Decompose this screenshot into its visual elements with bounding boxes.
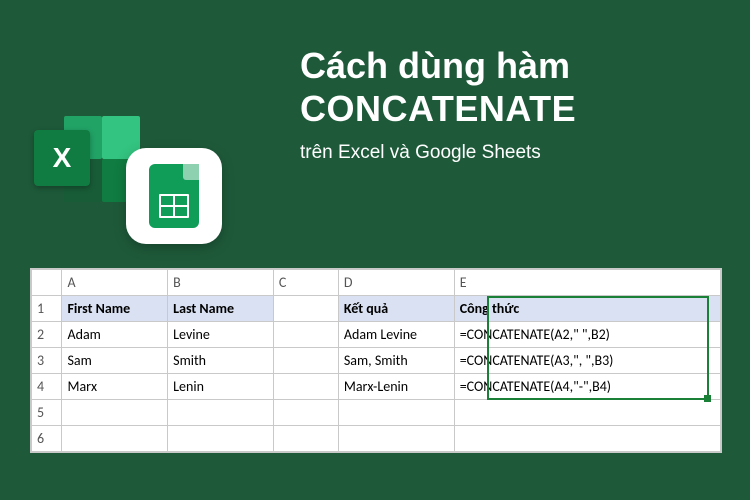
- cell-e6[interactable]: [454, 426, 720, 452]
- cell-d5[interactable]: [338, 400, 454, 426]
- cell-b4[interactable]: Lenin: [168, 374, 274, 400]
- cell-b1[interactable]: Last Name: [168, 296, 274, 322]
- excel-letter: X: [53, 142, 72, 174]
- cell-e3[interactable]: =CONCATENATE(A3,", ",B3): [454, 348, 720, 374]
- cell-a2[interactable]: Adam: [62, 322, 168, 348]
- cell-e4[interactable]: =CONCATENATE(A4,"-",B4): [454, 374, 720, 400]
- cell-c4[interactable]: [273, 374, 338, 400]
- row-header-4[interactable]: 4: [32, 374, 62, 400]
- excel-icon: X: [34, 130, 90, 186]
- cell-d3[interactable]: Sam, Smith: [338, 348, 454, 374]
- col-header-b[interactable]: B: [168, 270, 274, 296]
- cell-a6[interactable]: [62, 426, 168, 452]
- cell-c6[interactable]: [273, 426, 338, 452]
- cell-b3[interactable]: Smith: [168, 348, 274, 374]
- corner-cell[interactable]: [32, 270, 62, 296]
- cell-b5[interactable]: [168, 400, 274, 426]
- cell-e1[interactable]: Công thức: [454, 296, 720, 322]
- row-header-6[interactable]: 6: [32, 426, 62, 452]
- google-sheets-icon: [126, 148, 222, 244]
- app-icons-group: X: [34, 100, 234, 270]
- row-header-2[interactable]: 2: [32, 322, 62, 348]
- title-block: Cách dùng hàm CONCATENATE trên Excel và …: [300, 44, 576, 164]
- row-header-3[interactable]: 3: [32, 348, 62, 374]
- col-header-e[interactable]: E: [454, 270, 720, 296]
- cell-a4[interactable]: Marx: [62, 374, 168, 400]
- cell-d6[interactable]: [338, 426, 454, 452]
- col-header-d[interactable]: D: [338, 270, 454, 296]
- cell-d2[interactable]: Adam Levine: [338, 322, 454, 348]
- spreadsheet-preview: A B C D E 1 First Name Last Name Kết quả…: [30, 268, 722, 453]
- cell-c1[interactable]: [273, 296, 338, 322]
- cell-c3[interactable]: [273, 348, 338, 374]
- subtitle: trên Excel và Google Sheets: [300, 142, 576, 164]
- cell-c2[interactable]: [273, 322, 338, 348]
- col-header-a[interactable]: A: [62, 270, 168, 296]
- cell-a5[interactable]: [62, 400, 168, 426]
- cell-d4[interactable]: Marx-Lenin: [338, 374, 454, 400]
- cell-c5[interactable]: [273, 400, 338, 426]
- title-line1: Cách dùng hàm: [300, 44, 576, 87]
- col-header-c[interactable]: C: [273, 270, 338, 296]
- cell-d1[interactable]: Kết quả: [338, 296, 454, 322]
- cell-a1[interactable]: First Name: [62, 296, 168, 322]
- cell-a3[interactable]: Sam: [62, 348, 168, 374]
- cell-e2[interactable]: =CONCATENATE(A2," ",B2): [454, 322, 720, 348]
- row-header-5[interactable]: 5: [32, 400, 62, 426]
- title-line2: CONCATENATE: [300, 87, 576, 130]
- cell-b6[interactable]: [168, 426, 274, 452]
- cell-b2[interactable]: Levine: [168, 322, 274, 348]
- cell-e5[interactable]: [454, 400, 720, 426]
- row-header-1[interactable]: 1: [32, 296, 62, 322]
